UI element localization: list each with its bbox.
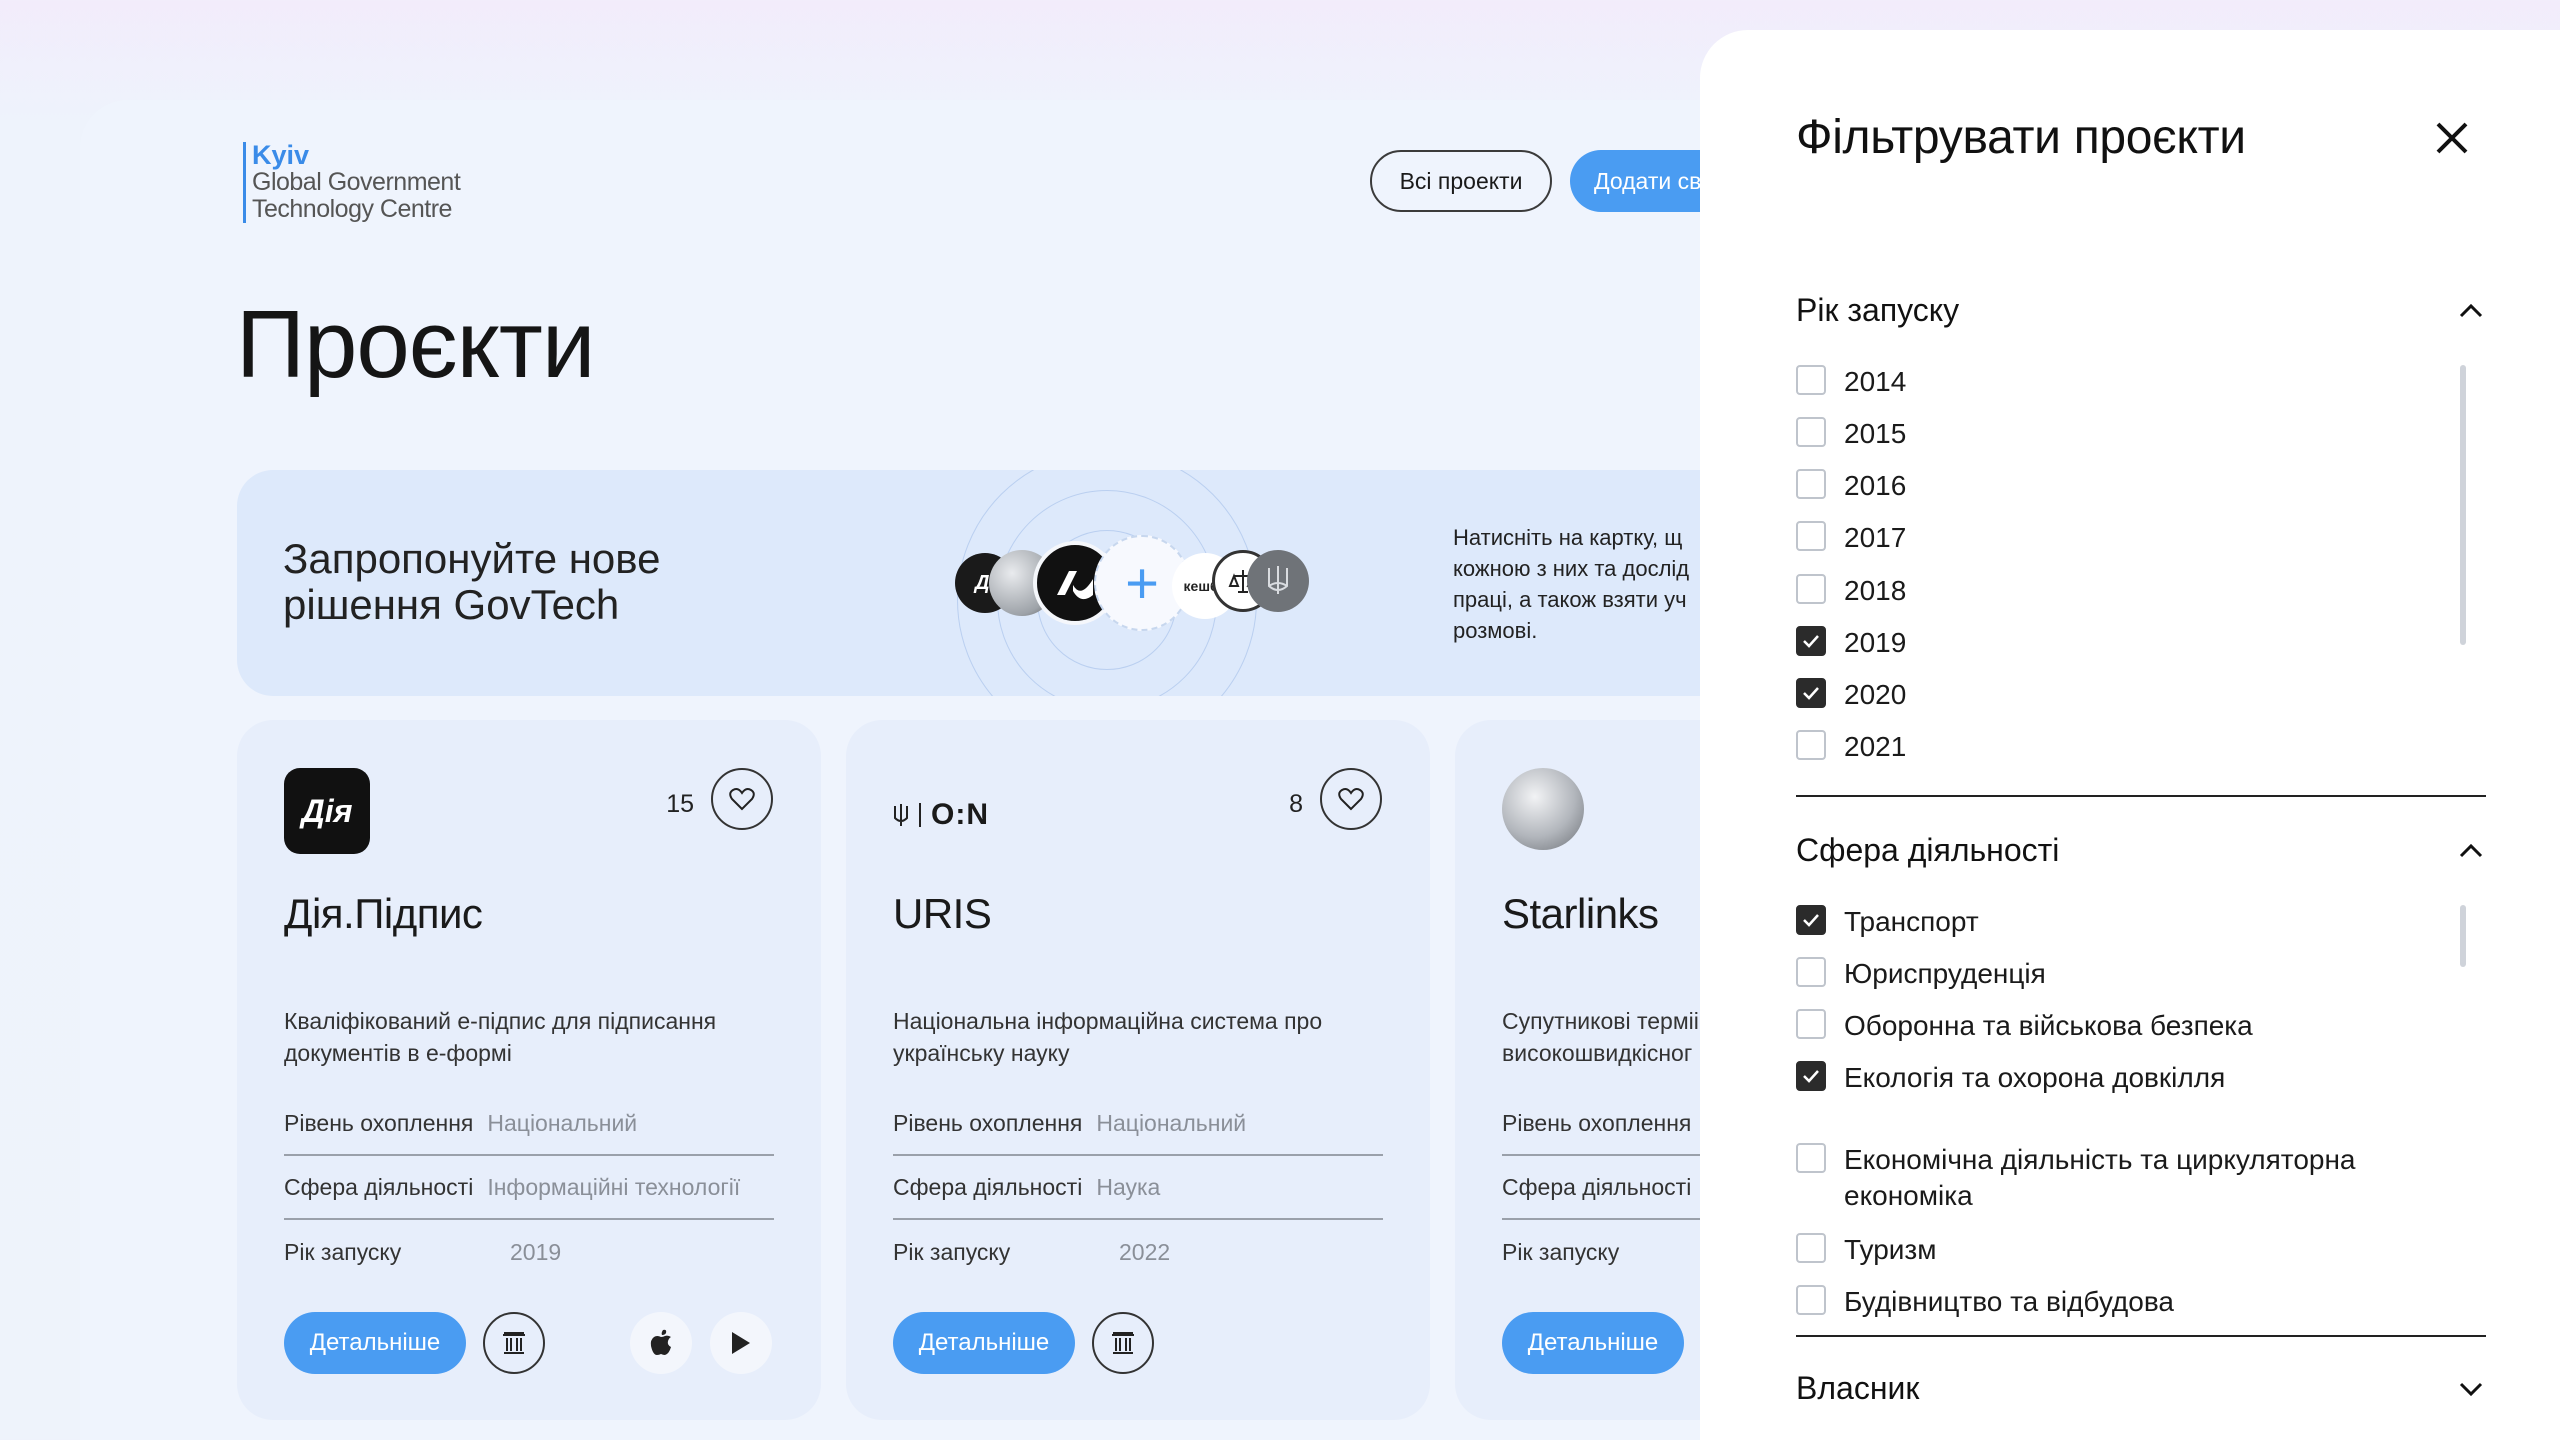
checkbox[interactable] xyxy=(1796,521,1826,551)
section-divider xyxy=(1796,1335,2486,1337)
propose-solution-banner[interactable]: Запропонуйте нове рішення GovTech Ді + к… xyxy=(237,470,1837,696)
filter-option-2020[interactable]: 2020 xyxy=(1796,677,1906,713)
checkbox-checked[interactable] xyxy=(1796,678,1826,708)
filter-option-construction[interactable]: Будівництво та відбудова xyxy=(1796,1284,2174,1320)
card-title: Starlinks xyxy=(1502,890,1659,937)
project-card-dia[interactable]: Дія 15 Дія.Підпис Кваліфікований е-підпи… xyxy=(237,720,821,1420)
app-store-button[interactable] xyxy=(630,1312,692,1374)
chevron-up-icon xyxy=(2456,296,2486,326)
museum-icon xyxy=(503,1332,525,1354)
section-divider xyxy=(1796,795,2486,797)
sphere-row: Сфера діяльності Інформаційні технології xyxy=(284,1156,774,1220)
check-icon xyxy=(1803,1070,1819,1083)
museum-button[interactable] xyxy=(1092,1312,1154,1374)
trident-avatar xyxy=(1247,550,1309,612)
checkbox[interactable] xyxy=(1796,1285,1826,1315)
filter-title: Фільтрувати проєкти xyxy=(1796,111,2246,164)
checkbox-checked[interactable] xyxy=(1796,905,1826,935)
museum-button[interactable] xyxy=(483,1312,545,1374)
filter-option-2014[interactable]: 2014 xyxy=(1796,364,1906,400)
checkbox[interactable] xyxy=(1796,1009,1826,1039)
checkbox[interactable] xyxy=(1796,957,1826,987)
coverage-row: Рівень охоплення Національний xyxy=(893,1092,1383,1156)
card-description: Національна інформаційна система про укр… xyxy=(893,1008,1323,1066)
checkbox-checked[interactable] xyxy=(1796,1061,1826,1091)
card-title: Дія.Підпис xyxy=(284,890,483,937)
filter-option-2019[interactable]: 2019 xyxy=(1796,625,1906,661)
checkbox[interactable] xyxy=(1796,574,1826,604)
checkbox-checked[interactable] xyxy=(1796,626,1826,656)
banner-title: Запропонуйте нове рішення GovTech xyxy=(283,535,661,628)
logo-line-1: Global Government xyxy=(252,168,461,196)
check-icon xyxy=(1803,635,1819,648)
checkbox[interactable] xyxy=(1796,730,1826,760)
owner-section-header[interactable]: Власник xyxy=(1796,1370,2486,1407)
details-button[interactable]: Детальніше xyxy=(1502,1312,1684,1374)
all-projects-button[interactable]: Всі проекти xyxy=(1370,150,1552,212)
museum-icon xyxy=(1112,1332,1134,1354)
check-icon xyxy=(1803,914,1819,927)
checkbox[interactable] xyxy=(1796,1233,1826,1263)
card-description: Кваліфікований е-підпис для підписання д… xyxy=(284,1008,717,1066)
starlink-logo xyxy=(1502,768,1584,850)
filter-option-2017[interactable]: 2017 xyxy=(1796,520,1906,556)
play-store-icon xyxy=(732,1332,750,1354)
card-title: URIS xyxy=(893,890,992,937)
filter-option-defense[interactable]: Оборонна та військова безпека xyxy=(1796,1008,2253,1044)
coverage-row: Рівень охоплення Національний xyxy=(284,1092,774,1156)
filter-option-2021[interactable]: 2021 xyxy=(1796,729,1906,765)
google-play-button[interactable] xyxy=(710,1312,772,1374)
checkbox[interactable] xyxy=(1796,417,1826,447)
page-title: Проєкти xyxy=(236,291,595,398)
details-button[interactable]: Детальніше xyxy=(284,1312,466,1374)
chevron-up-icon xyxy=(2456,836,2486,866)
project-card-uris[interactable]: O:N 8 URIS Національна інформаційна сист… xyxy=(846,720,1430,1420)
close-button[interactable] xyxy=(2424,110,2480,166)
filter-option-tourism[interactable]: Туризм xyxy=(1796,1232,1937,1268)
logo-line-2: Technology Centre xyxy=(252,195,452,223)
like-button[interactable] xyxy=(1320,768,1382,830)
site-logo[interactable]: Kyiv Global Government Technology Centre xyxy=(243,140,461,223)
likes-count: 15 xyxy=(666,790,694,818)
filter-option-law[interactable]: Юриспруденція xyxy=(1796,956,2046,992)
details-button[interactable]: Детальніше xyxy=(893,1312,1075,1374)
close-icon xyxy=(2436,122,2468,154)
sphere-section-header[interactable]: Сфера діяльності xyxy=(1796,832,2486,869)
filter-option-2018[interactable]: 2018 xyxy=(1796,573,1906,609)
year-scrollbar[interactable] xyxy=(2460,365,2466,645)
filter-option-economy[interactable]: Економічна діяльність та циркуляторна еко… xyxy=(1796,1142,2356,1214)
dia-logo: Дія xyxy=(284,768,370,854)
year-row: Рік запуску 2022 xyxy=(893,1238,1171,1265)
filter-option-2016[interactable]: 2016 xyxy=(1796,468,1906,504)
like-button[interactable] xyxy=(711,768,773,830)
sphere-scrollbar[interactable] xyxy=(2460,905,2466,967)
likes-count: 8 xyxy=(1289,790,1303,818)
heart-icon xyxy=(729,788,755,811)
logo-city: Kyiv xyxy=(252,140,310,170)
apple-icon xyxy=(650,1329,671,1355)
sphere-row: Сфера діяльності Наука xyxy=(893,1156,1383,1220)
chevron-down-icon xyxy=(2456,1374,2486,1404)
check-icon xyxy=(1803,687,1819,700)
checkbox[interactable] xyxy=(1796,469,1826,499)
filter-option-ecology[interactable]: Екологія та охорона довкілля xyxy=(1796,1060,2225,1096)
on-logo: O:N xyxy=(893,798,989,832)
filter-panel: Фільтрувати проєкти Рік запуску 2014 201… xyxy=(1700,30,2560,1440)
checkbox[interactable] xyxy=(1796,1143,1826,1173)
filter-option-2015[interactable]: 2015 xyxy=(1796,416,1906,452)
year-section-header[interactable]: Рік запуску xyxy=(1796,292,2486,329)
heart-icon xyxy=(1338,788,1364,811)
checkbox[interactable] xyxy=(1796,365,1826,395)
filter-option-transport[interactable]: Транспорт xyxy=(1796,904,1979,940)
year-row: Рік запуску 2019 xyxy=(284,1238,562,1265)
